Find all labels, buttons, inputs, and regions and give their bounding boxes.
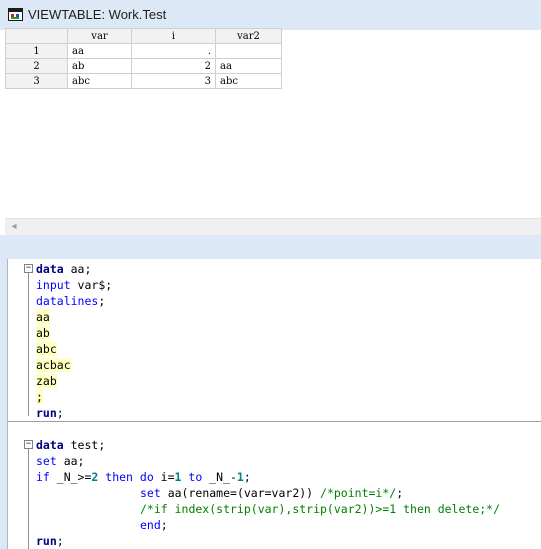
dataline-text: ; (36, 390, 43, 404)
code-text: ; (98, 294, 106, 308)
row-number[interactable]: 3 (5, 73, 68, 89)
code-line[interactable]: set aa; (36, 453, 84, 469)
cell-var2[interactable]: abc (215, 73, 282, 89)
keyword: if (36, 470, 50, 484)
keyword: run (36, 534, 57, 548)
table-header-row: var i var2 (5, 28, 282, 44)
window-title: VIEWTABLE: Work.Test (28, 7, 167, 22)
code-line[interactable]: aa (36, 309, 50, 325)
data-table: var i var2 1 aa . 2 ab 2 aa 3 abc 3 abc (5, 28, 282, 89)
column-header-var2[interactable]: var2 (215, 28, 282, 44)
code-text: ; (160, 518, 168, 532)
code-text: i= (153, 470, 175, 484)
code-text: test; (63, 438, 106, 452)
code-line[interactable]: ab (36, 325, 50, 341)
code-line[interactable]: acbac (36, 357, 71, 373)
table-row[interactable]: 2 ab 2 aa (5, 58, 282, 74)
code-text: _N_>= (49, 470, 92, 484)
keyword: end (140, 518, 161, 532)
fold-guide (28, 273, 29, 416)
cell-var[interactable]: abc (67, 73, 132, 89)
keyword: then (98, 470, 133, 484)
code-line[interactable]: /*if index(strip(var),strip(var2))>=1 th… (140, 501, 500, 517)
code-text: ; (243, 470, 251, 484)
viewtable-window: VIEWTABLE: Work.Test var i var2 1 aa . 2… (0, 0, 541, 249)
code-line[interactable]: run; (36, 405, 64, 421)
column-header-i[interactable]: i (131, 28, 216, 44)
code-text: ; (56, 534, 64, 548)
cell-i[interactable]: . (131, 43, 216, 59)
cell-i[interactable]: 2 (131, 58, 216, 74)
step-separator (8, 421, 541, 422)
code-line[interactable]: end; (140, 517, 168, 533)
cell-var2[interactable] (215, 43, 282, 59)
code-line[interactable]: input var$; (36, 277, 112, 293)
comment: /*point=i*/ (320, 486, 397, 500)
code-text: ; (56, 406, 64, 420)
keyword: data (36, 438, 64, 452)
keyword: input (36, 278, 71, 292)
dataline-text: aa (36, 310, 50, 324)
keyword: set (36, 454, 57, 468)
keyword: run (36, 406, 57, 420)
cell-var2[interactable]: aa (215, 58, 282, 74)
keyword: to (181, 470, 203, 484)
keyword: set (140, 486, 161, 500)
dataline-text: ab (36, 326, 50, 340)
program-editor[interactable]: − data aa; input var$; datalines; aa ab … (0, 249, 541, 549)
code-line[interactable]: zab (36, 373, 57, 389)
dataline-text: abc (36, 342, 57, 356)
table-row[interactable]: 3 abc 3 abc (5, 73, 282, 89)
column-header-var[interactable]: var (67, 28, 132, 44)
keyword: data (36, 262, 64, 276)
window-titlebar[interactable]: VIEWTABLE: Work.Test (0, 0, 541, 30)
code-text: aa; (63, 262, 92, 276)
editor-frame (0, 249, 541, 259)
code-line[interactable]: ; (36, 389, 43, 405)
scroll-left-icon[interactable]: ◂ (9, 222, 19, 232)
cell-var[interactable]: aa (67, 43, 132, 59)
code-text: aa; (56, 454, 85, 468)
code-line[interactable]: run; (36, 533, 64, 549)
editor-border (7, 259, 8, 549)
keyword: do (132, 470, 154, 484)
row-number[interactable]: 2 (5, 58, 68, 74)
sas-viewtable-icon[interactable] (8, 8, 23, 21)
dataline-text: acbac (36, 358, 71, 372)
code-text: aa(rename=(var=var2)) (160, 486, 321, 500)
code-line[interactable]: data test; (36, 437, 105, 453)
cell-i[interactable]: 3 (131, 73, 216, 89)
dataline-text: zab (36, 374, 57, 388)
code-line[interactable]: abc (36, 341, 57, 357)
code-line[interactable]: datalines; (36, 293, 105, 309)
window-frame (0, 235, 541, 249)
cell-var[interactable]: ab (67, 58, 132, 74)
keyword: datalines (36, 294, 99, 308)
editor-left-frame (0, 259, 7, 549)
row-number[interactable]: 1 (5, 43, 68, 59)
horizontal-scrollbar[interactable]: ◂ (5, 218, 541, 236)
code-line[interactable]: data aa; (36, 261, 91, 277)
comment: /*if index(strip(var),strip(var2))>=1 th… (140, 502, 501, 516)
collapse-block-icon[interactable]: − (24, 440, 33, 449)
collapse-block-icon[interactable]: − (24, 264, 33, 273)
code-text: ; (396, 486, 404, 500)
number-literal: 1 (236, 470, 244, 484)
code-line[interactable]: if _N_>=2 then do i=1 to _N_-1; (36, 469, 251, 485)
code-line[interactable]: set aa(rename=(var=var2)) /*point=i*/; (140, 485, 403, 501)
table-row[interactable]: 1 aa . (5, 43, 282, 59)
code-text: _N_- (202, 470, 237, 484)
row-number-header[interactable] (5, 28, 68, 44)
fold-guide (28, 449, 29, 549)
code-text: var$; (70, 278, 113, 292)
